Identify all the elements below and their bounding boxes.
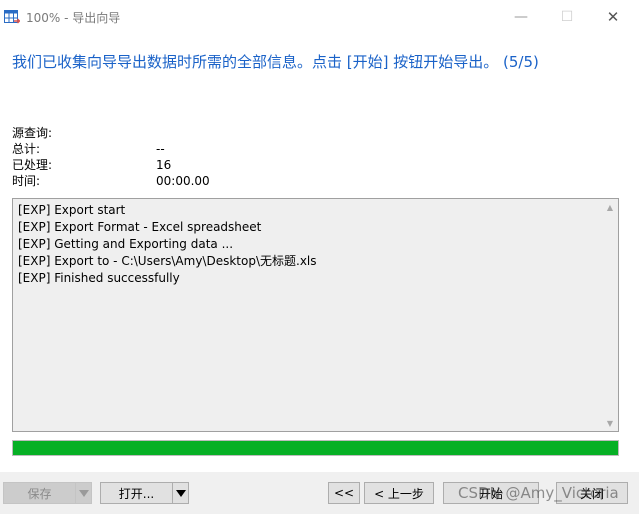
start-button-label: 开始 <box>478 486 503 501</box>
first-step-button[interactable]: << <box>328 482 360 504</box>
title-bar[interactable]: 100% - 导出向导 — ☐ ✕ <box>0 0 639 36</box>
export-wizard-window: 100% - 导出向导 — ☐ ✕ 我们已收集向导导出数据时所需的全部信息。点击… <box>0 0 639 514</box>
close-window-button[interactable]: ✕ <box>590 0 636 34</box>
scroll-down-icon[interactable]: ▼ <box>602 415 618 431</box>
log-lines: [EXP] Export start [EXP] Export Format -… <box>18 202 317 287</box>
open-button[interactable]: 打开... <box>100 482 172 504</box>
close-button-label: 关闭 <box>579 486 604 501</box>
total-value: -- <box>156 142 165 156</box>
previous-step-label: < 上一步 <box>374 486 424 501</box>
window-title: 100% - 导出向导 <box>26 11 121 25</box>
maximize-icon: ☐ <box>560 9 574 25</box>
save-dropdown-button[interactable] <box>75 482 92 504</box>
processed-value: 16 <box>156 158 172 172</box>
export-progress-bar <box>12 440 619 456</box>
processed-label: 已处理: <box>12 158 53 172</box>
total-row: 总计: -- <box>12 141 412 157</box>
chevron-down-icon <box>78 489 89 497</box>
progress-fill <box>13 441 618 455</box>
time-label: 时间: <box>12 174 41 188</box>
log-line: [EXP] Export Format - Excel spreadsheet <box>18 220 262 234</box>
export-summary: 源查询: 总计: -- 已处理: 16 时间: 00:00.00 <box>12 125 412 189</box>
close-icon: ✕ <box>606 8 620 26</box>
time-row: 时间: 00:00.00 <box>12 173 412 189</box>
log-line: [EXP] Finished successfully <box>18 271 180 285</box>
table-export-icon <box>4 10 20 24</box>
start-button[interactable]: 开始 <box>443 482 539 504</box>
time-value: 00:00.00 <box>156 174 210 188</box>
wizard-footer: 保存 打开... << < 上一步 开始 关闭 <box>0 472 639 514</box>
export-log[interactable]: [EXP] Export start [EXP] Export Format -… <box>12 198 619 432</box>
maximize-button[interactable]: ☐ <box>544 0 590 34</box>
save-button[interactable]: 保存 <box>3 482 75 504</box>
minimize-icon: — <box>514 9 528 25</box>
open-dropdown-button[interactable] <box>172 482 189 504</box>
first-step-label: << <box>333 486 355 500</box>
scroll-up-icon[interactable]: ▲ <box>602 199 618 215</box>
log-scrollbar[interactable]: ▲ ▼ <box>602 199 618 431</box>
log-line: [EXP] Export start <box>18 203 126 217</box>
processed-row: 已处理: 16 <box>12 157 412 173</box>
minimize-button[interactable]: — <box>498 0 544 34</box>
total-label: 总计: <box>12 142 41 156</box>
log-line: [EXP] Getting and Exporting data ... <box>18 237 234 251</box>
save-button-label: 保存 <box>27 486 52 501</box>
wizard-instruction: 我们已收集向导导出数据时所需的全部信息。点击 [开始] 按钮开始导出。 (5/5… <box>12 53 539 71</box>
chevron-down-icon <box>175 489 186 497</box>
log-line: [EXP] Export to - C:\Users\Amy\Desktop\无… <box>18 254 317 268</box>
source-query-row: 源查询: <box>12 125 412 141</box>
open-button-label: 打开... <box>118 486 155 501</box>
previous-step-button[interactable]: < 上一步 <box>364 482 434 504</box>
source-query-label: 源查询: <box>12 126 53 140</box>
close-button[interactable]: 关闭 <box>556 482 628 504</box>
